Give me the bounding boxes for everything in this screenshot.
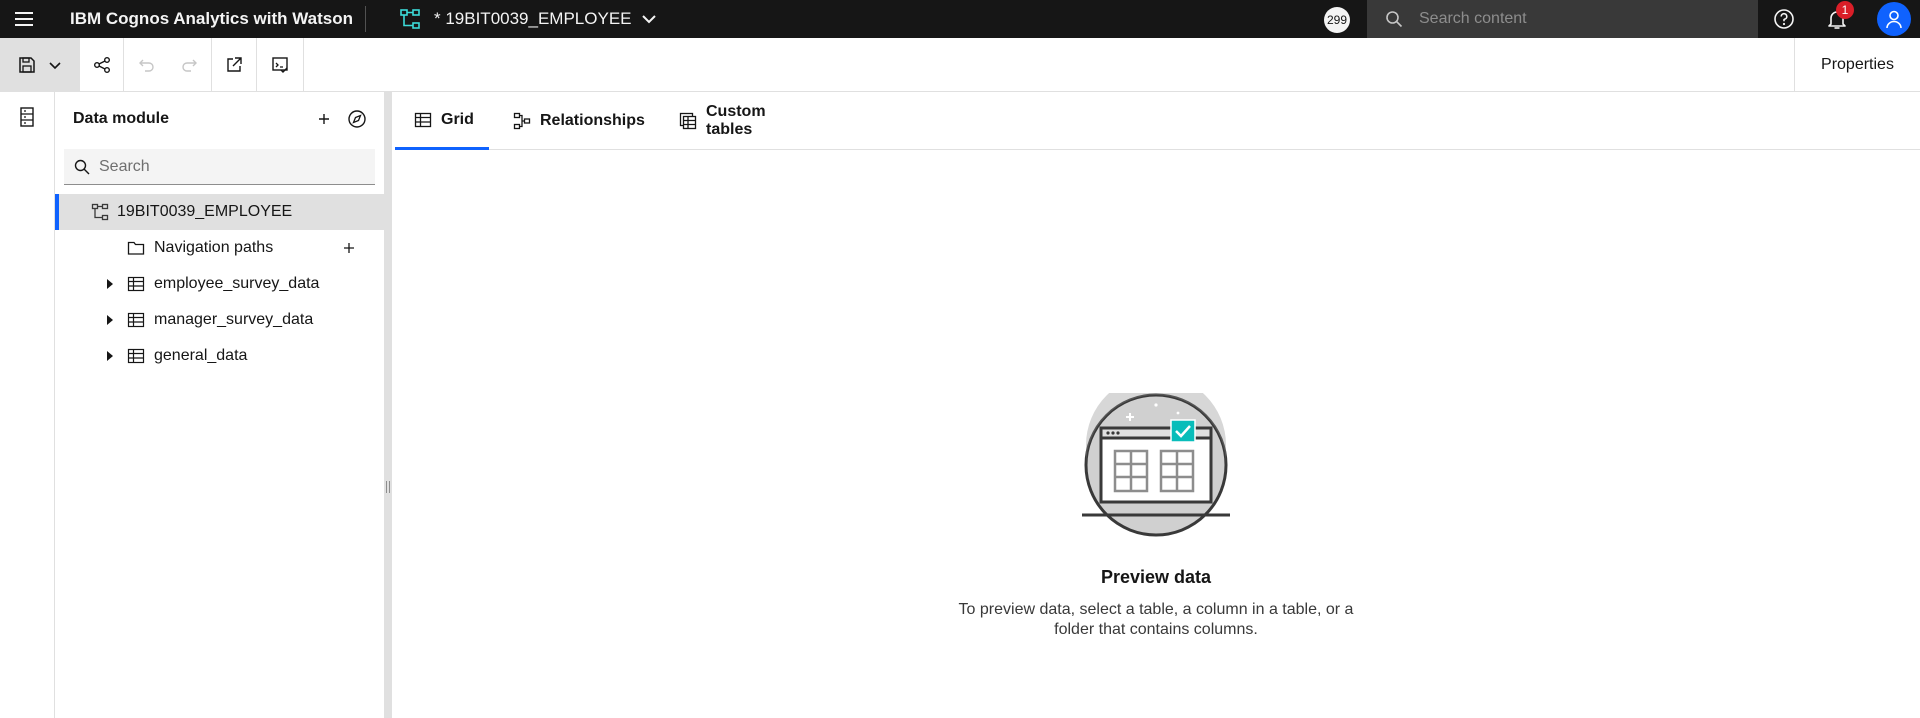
divider: [365, 6, 366, 32]
chevron-down-icon: [48, 58, 62, 72]
launch-icon: [225, 56, 243, 74]
counter-badge: 299: [1324, 7, 1350, 33]
grip-icon: [386, 481, 390, 493]
top-bar: IBM Cognos Analytics with Watson * 19BIT…: [0, 0, 1920, 38]
empty-state-description: To preview data, select a table, a colum…: [958, 601, 1354, 638]
search-icon: [74, 159, 90, 175]
search-icon: [1385, 10, 1403, 28]
toolbar: Properties: [0, 38, 1920, 92]
undo-button[interactable]: [124, 38, 168, 91]
tree-root-module[interactable]: 19BIT0039_EMPLOYEE: [55, 194, 384, 230]
tree-root-label: 19BIT0039_EMPLOYEE: [117, 203, 293, 220]
properties-button[interactable]: Properties: [1794, 38, 1920, 91]
selection-indicator: [55, 194, 59, 230]
notification-badge: 1: [1836, 1, 1854, 19]
folder-icon: [127, 239, 145, 257]
validate-icon: [271, 56, 289, 74]
empty-state-title: Preview data: [1100, 567, 1212, 587]
table-icon: [127, 275, 145, 293]
share-icon: [93, 56, 111, 74]
data-module-icon: [399, 8, 421, 30]
app-title: IBM Cognos Analytics with Watson: [70, 9, 354, 28]
undo-icon: [137, 56, 155, 74]
compass-icon[interactable]: [346, 108, 368, 130]
menu-icon[interactable]: [12, 7, 36, 31]
panel-title: Data module: [73, 110, 170, 127]
tree-item-table[interactable]: manager_survey_data: [55, 302, 384, 338]
main-area: Grid Relationships Custom tables Preview…: [392, 92, 1920, 718]
panel-search: [64, 149, 375, 185]
caret-right-icon[interactable]: [103, 277, 117, 291]
search-content-input[interactable]: [1419, 0, 1739, 38]
user-avatar[interactable]: [1877, 2, 1911, 36]
tree-item-label: Navigation paths: [154, 239, 274, 256]
save-icon: [18, 56, 36, 74]
tree-item-label: employee_survey_data: [154, 275, 320, 292]
add-navigation-path-icon[interactable]: [341, 240, 357, 256]
data-source-icon[interactable]: [16, 106, 38, 128]
help-icon[interactable]: [1772, 7, 1796, 31]
validate-button[interactable]: [257, 38, 304, 91]
redo-icon: [181, 56, 199, 74]
share-button[interactable]: [80, 38, 124, 91]
panel-search-input[interactable]: [99, 149, 359, 184]
table-icon: [127, 347, 145, 365]
data-module-icon: [91, 203, 109, 221]
caret-right-icon[interactable]: [103, 313, 117, 327]
redo-button[interactable]: [168, 38, 212, 91]
tree-item-label: manager_survey_data: [154, 311, 314, 328]
panel-resize-handle[interactable]: [384, 92, 392, 718]
chevron-down-icon[interactable]: [638, 8, 660, 30]
open-in-new-button[interactable]: [212, 38, 257, 91]
add-icon[interactable]: [313, 108, 335, 130]
tree-item-table[interactable]: general_data: [55, 338, 384, 374]
tree-item-label: general_data: [154, 347, 248, 364]
left-rail: [0, 92, 55, 718]
save-menu-button[interactable]: [0, 38, 80, 91]
tree-item-navigation-paths[interactable]: Navigation paths: [55, 230, 384, 266]
caret-right-icon[interactable]: [103, 349, 117, 363]
content-search: [1367, 0, 1758, 38]
data-module-panel: Data module 19BIT0039_EMPLOYEE Navigatio…: [55, 92, 384, 718]
tree-item-table[interactable]: employee_survey_data: [55, 266, 384, 302]
document-title[interactable]: * 19BIT0039_EMPLOYEE: [434, 0, 632, 38]
table-icon: [127, 311, 145, 329]
preview-data-illustration: [1082, 393, 1230, 541]
empty-state: Preview data To preview data, select a t…: [392, 92, 1920, 718]
